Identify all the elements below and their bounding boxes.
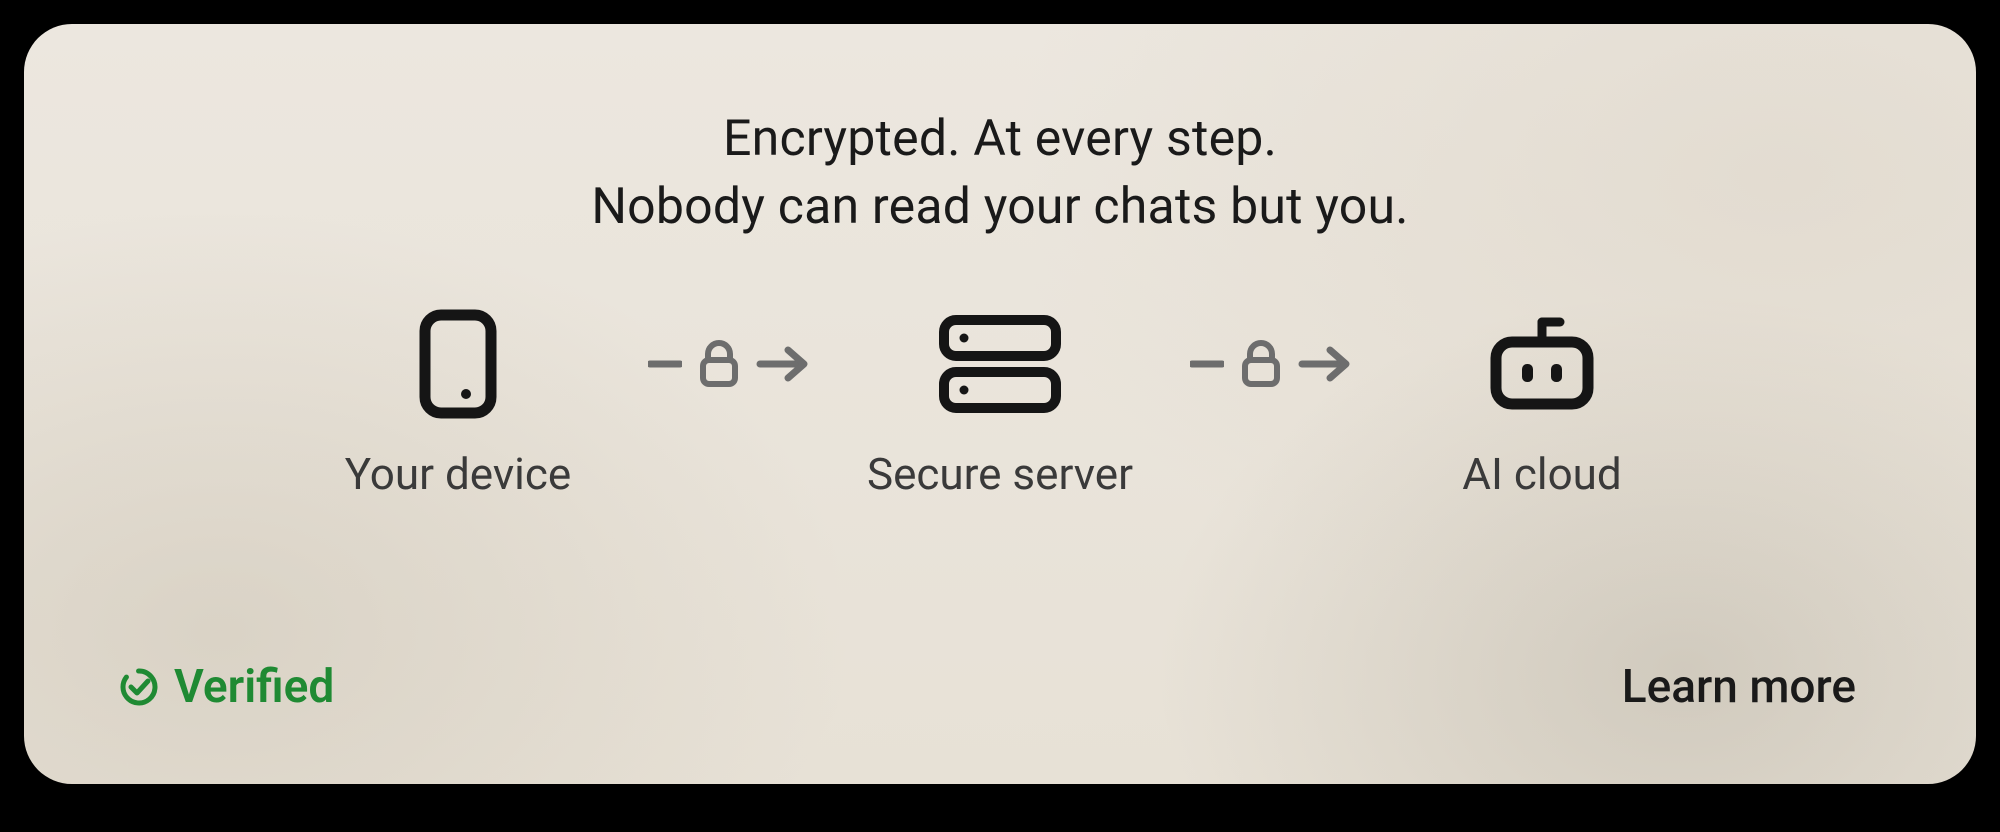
connector-2 [1190, 304, 1352, 424]
card-footer: Verified Learn more [118, 660, 1856, 714]
node-ai-cloud: AI cloud [1392, 304, 1692, 500]
node-label-ai-cloud: AI cloud [1462, 448, 1621, 500]
dash-icon [648, 359, 682, 369]
node-secure-server: Secure server [850, 304, 1150, 500]
connector-1 [648, 304, 810, 424]
verified-check-icon [118, 666, 160, 708]
lock-icon [696, 338, 742, 390]
headline: Encrypted. At every step. Nobody can rea… [24, 106, 1976, 241]
encryption-info-card: Encrypted. At every step. Nobody can rea… [24, 24, 1976, 784]
arrow-right-icon [756, 344, 810, 384]
arrow-right-icon [1298, 344, 1352, 384]
server-icon [936, 304, 1064, 424]
encryption-flow: Your device [24, 304, 1976, 500]
lock-icon [1238, 338, 1284, 390]
headline-line-2: Nobody can read your chats but you. [24, 174, 1976, 242]
device-icon [419, 304, 497, 424]
node-label-server: Secure server [867, 448, 1133, 500]
learn-more-link[interactable]: Learn more [1622, 660, 1856, 714]
headline-line-1: Encrypted. At every step. [24, 106, 1976, 174]
node-label-device: Your device [345, 448, 571, 500]
verified-badge: Verified [118, 660, 334, 714]
dash-icon [1190, 359, 1224, 369]
node-your-device: Your device [308, 304, 608, 500]
verified-label: Verified [174, 660, 334, 714]
robot-icon [1482, 304, 1602, 424]
